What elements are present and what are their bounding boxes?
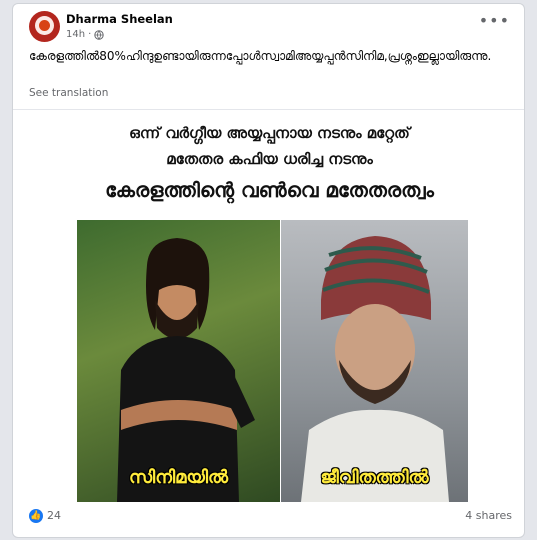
post-image[interactable]: ഒന്ന് വർഗ്ഗീയ അയ്യപ്പനായ നടനും മറ്റേത് മ… bbox=[13, 110, 524, 502]
post-text: കേരളത്തിൽ80%ഹിന്ദുഉണ്ടായിരുന്നപ്പോൾസ്വാമ… bbox=[29, 49, 492, 63]
avatar-emblem-center bbox=[39, 20, 50, 31]
image-headline-2: മതേതര കഫിയ ധരിച്ച നടനും bbox=[166, 150, 373, 168]
caption-right: ജീവിതത്തിൽ bbox=[320, 467, 429, 488]
post-time[interactable]: 14h bbox=[66, 29, 85, 40]
avatar[interactable] bbox=[29, 11, 60, 42]
photo-right: ജീവിതത്തിൽ bbox=[281, 220, 468, 502]
shares-count[interactable]: 4 shares bbox=[465, 509, 512, 522]
like-reaction-icon[interactable]: 👍 bbox=[29, 509, 43, 523]
image-headline-1: ഒന്ന് വർഗ്ഗീയ അയ്യപ്പനായ നടനും മറ്റേത് bbox=[129, 124, 410, 142]
photo-left: സിനിമയിൽ bbox=[77, 220, 280, 502]
author-name[interactable]: Dharma Sheelan bbox=[66, 12, 173, 26]
turbaned-man-illustration bbox=[301, 236, 449, 502]
bearded-man-illustration bbox=[117, 238, 255, 502]
dot-separator: · bbox=[88, 29, 92, 40]
reaction-count[interactable]: 24 bbox=[47, 509, 61, 522]
post-card: Dharma Sheelan 14h · ••• കേരളത്തിൽ80%ഹിന… bbox=[12, 3, 525, 538]
image-headline-3: കേരളത്തിന്റെ വൺവെ മതേതരത്വം bbox=[105, 178, 434, 202]
globe-icon bbox=[94, 29, 104, 40]
see-translation-link[interactable]: See translation bbox=[29, 87, 108, 99]
post-meta: 14h · bbox=[66, 29, 104, 40]
more-options-icon[interactable]: ••• bbox=[479, 13, 510, 29]
post-footer: 👍 24 4 shares bbox=[13, 502, 524, 537]
caption-left: സിനിമയിൽ bbox=[128, 467, 229, 488]
